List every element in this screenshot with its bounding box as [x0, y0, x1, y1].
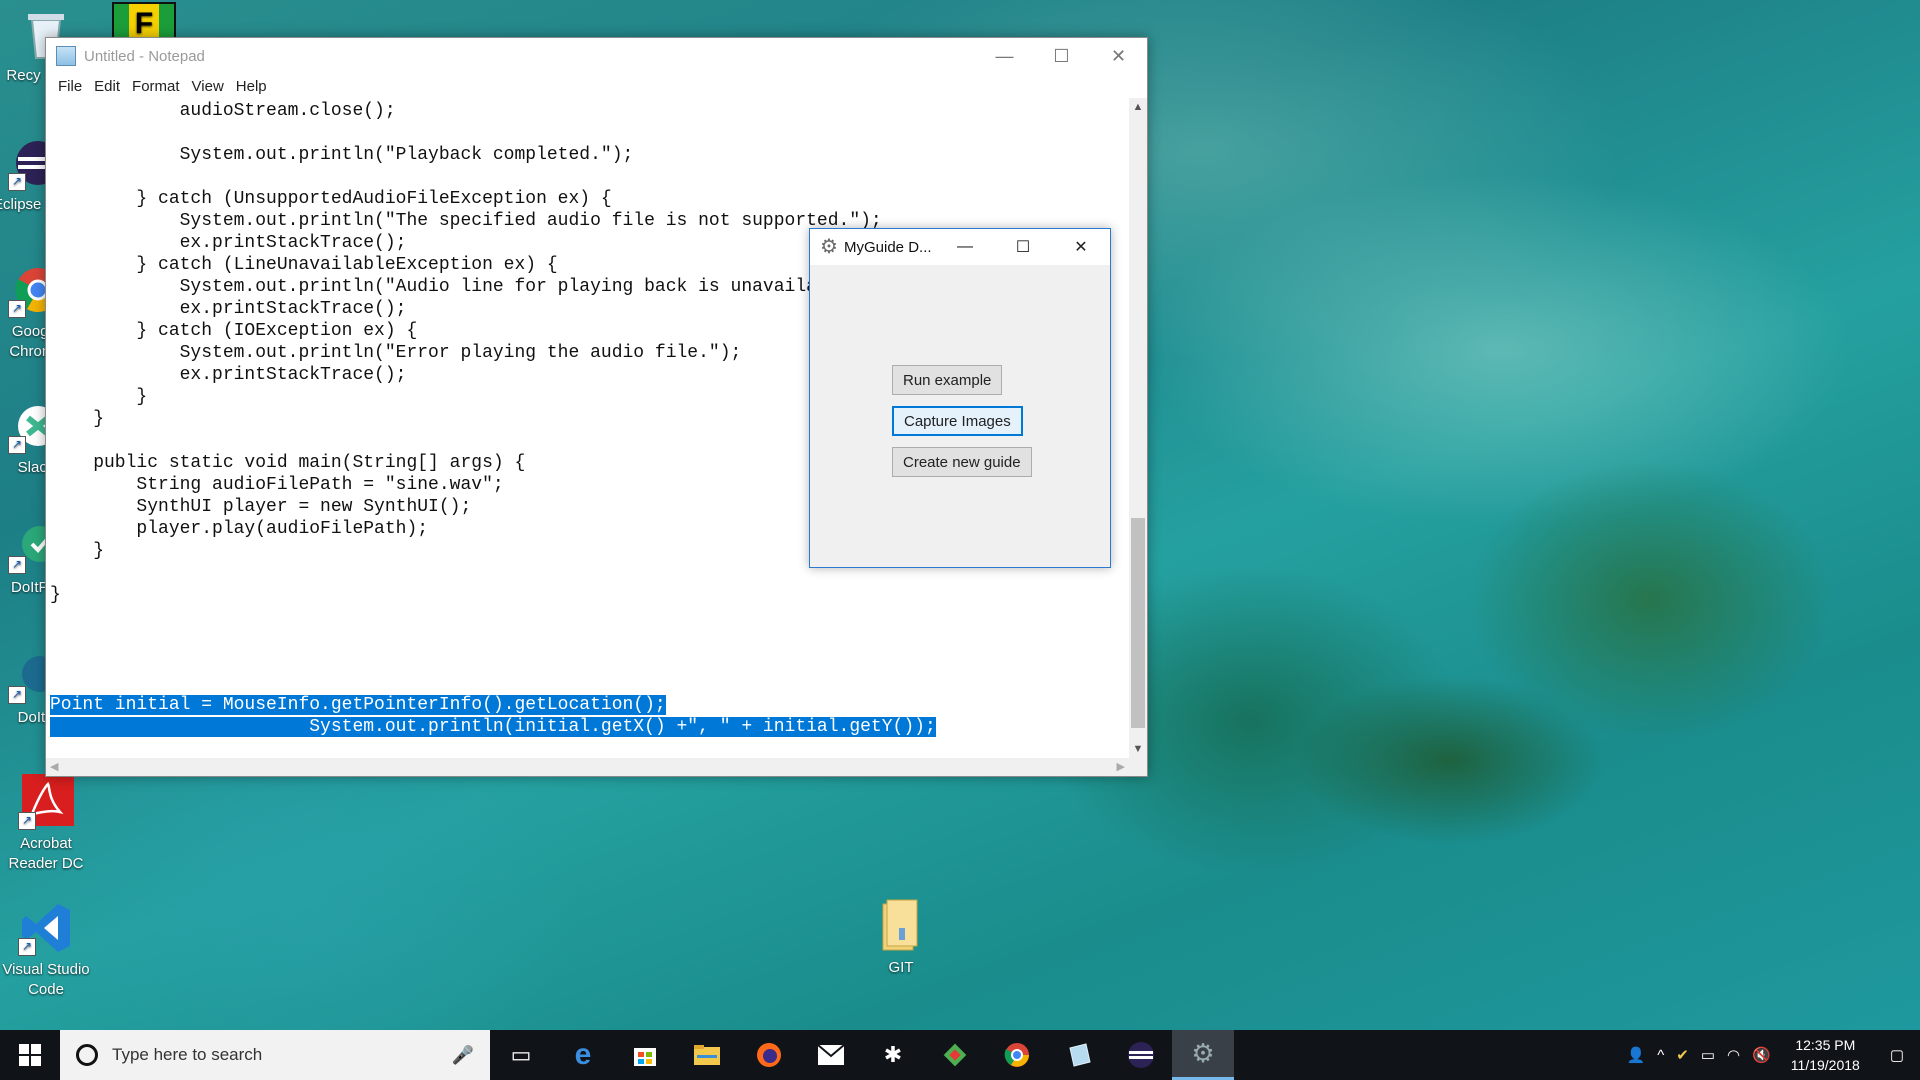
microphone-icon[interactable]: 🎤: [452, 1045, 474, 1066]
scrollbar-thumb[interactable]: [1131, 518, 1145, 728]
battery-icon[interactable]: ▭: [1695, 1046, 1721, 1064]
desktop-icon-label: Visual Studio Code: [2, 961, 90, 998]
create-new-guide-button[interactable]: Create new guide: [892, 447, 1032, 477]
desktop-icon-acrobat[interactable]: ↗ Acrobat Reader DC: [0, 774, 92, 874]
dialog-titlebar[interactable]: ⚙ MyGuide D... — ☐ ✕: [810, 229, 1110, 265]
notepad-menubar: File Edit Format View Help: [46, 74, 1147, 98]
edge-icon[interactable]: e: [552, 1030, 614, 1080]
vertical-scrollbar[interactable]: ▲ ▼: [1129, 98, 1147, 758]
store-icon[interactable]: [614, 1030, 676, 1080]
menu-file[interactable]: File: [52, 78, 88, 95]
eclipse-icon[interactable]: [1110, 1030, 1172, 1080]
chevron-up-icon[interactable]: ^: [1651, 1047, 1670, 1064]
scroll-left-arrow-icon[interactable]: ◀: [50, 760, 58, 773]
git-icon[interactable]: [924, 1030, 986, 1080]
shortcut-arrow-icon: ↗: [8, 686, 26, 704]
notepad-icon: [56, 46, 76, 66]
dialog-title: MyGuide D...: [844, 238, 932, 256]
vscode-icon: ↗: [18, 900, 74, 956]
menu-view[interactable]: View: [186, 78, 230, 95]
task-view-icon[interactable]: ▭: [490, 1030, 552, 1080]
scroll-up-arrow-icon[interactable]: ▲: [1129, 98, 1147, 116]
code-body: audioStream.close(); System.out.println(…: [50, 101, 893, 605]
clock-time: 12:35 PM: [1795, 1037, 1856, 1053]
dialog-maximize-button[interactable]: ☐: [994, 229, 1052, 265]
myguide-icon[interactable]: ⚙: [1172, 1030, 1234, 1080]
folder-icon: [873, 898, 929, 954]
windows-icon: [19, 1044, 41, 1066]
dialog-minimize-button[interactable]: —: [936, 229, 994, 265]
taskbar: Type here to search 🎤 ▭ e ✱ ⚙ 👤 ^ ✔ ▭ ◠ …: [0, 1030, 1920, 1080]
close-button[interactable]: ✕: [1090, 38, 1147, 74]
acrobat-reader-icon: ↗: [18, 774, 74, 830]
desktop-icon-vscode[interactable]: ↗ Visual Studio Code: [0, 900, 92, 1000]
chrome-icon[interactable]: [986, 1030, 1048, 1080]
volume-muted-icon[interactable]: 🔇: [1746, 1046, 1777, 1064]
desktop-icon-label: Acrobat Reader DC: [8, 835, 84, 872]
selected-text-line-2: System.out.println(initial.getX() +", " …: [50, 717, 936, 737]
start-button[interactable]: [0, 1030, 60, 1080]
scroll-down-arrow-icon[interactable]: ▼: [1129, 740, 1147, 758]
cortana-icon: [76, 1044, 98, 1066]
people-icon[interactable]: 👤: [1621, 1046, 1652, 1064]
menu-format[interactable]: Format: [126, 78, 186, 95]
mail-icon[interactable]: [800, 1030, 862, 1080]
slack-icon[interactable]: ✱: [862, 1030, 924, 1080]
search-placeholder: Type here to search: [112, 1045, 263, 1064]
shortcut-arrow-icon: ↗: [8, 300, 26, 318]
file-explorer-icon[interactable]: [676, 1030, 738, 1080]
capture-images-button[interactable]: Capture Images: [892, 406, 1023, 436]
scroll-right-arrow-icon[interactable]: ▶: [1117, 760, 1125, 773]
horizontal-scrollbar[interactable]: ◀ ▶: [46, 758, 1129, 776]
clock-date: 11/19/2018: [1790, 1057, 1860, 1073]
selected-text-line-1: Point initial = MouseInfo.getPointerInfo…: [50, 695, 666, 715]
system-tray: 👤 ^ ✔ ▭ ◠ 🔇 12:35 PM 11/19/2018 ▢: [1621, 1030, 1920, 1080]
maximize-button[interactable]: ☐: [1033, 38, 1090, 74]
wifi-icon[interactable]: ◠: [1721, 1046, 1746, 1064]
clock[interactable]: 12:35 PM 11/19/2018: [1777, 1035, 1874, 1075]
shortcut-arrow-icon: ↗: [18, 938, 36, 956]
notepad-titlebar[interactable]: Untitled - Notepad — ☐ ✕: [46, 38, 1147, 74]
gear-icon: ⚙: [820, 236, 838, 258]
dialog-close-button[interactable]: ✕: [1052, 229, 1110, 265]
shortcut-arrow-icon: ↗: [8, 436, 26, 454]
shortcut-arrow-icon: ↗: [8, 556, 26, 574]
myguide-dialog[interactable]: ⚙ MyGuide D... — ☐ ✕ Run example Capture…: [809, 228, 1111, 568]
notepad-title: Untitled - Notepad: [84, 47, 205, 65]
desktop-icon-label: GIT: [888, 959, 914, 976]
menu-edit[interactable]: Edit: [88, 78, 126, 95]
desktop-icon-git-folder[interactable]: GIT: [855, 898, 947, 978]
resize-grip[interactable]: [1129, 758, 1147, 776]
menu-help[interactable]: Help: [230, 78, 273, 95]
shortcut-arrow-icon: ↗: [8, 173, 26, 191]
firefox-icon[interactable]: [738, 1030, 800, 1080]
shortcut-arrow-icon: ↗: [18, 812, 36, 830]
minimize-button[interactable]: —: [976, 38, 1033, 74]
run-example-button[interactable]: Run example: [892, 365, 1003, 395]
action-center-icon[interactable]: ▢: [1874, 1046, 1920, 1064]
norton-icon[interactable]: ✔: [1670, 1046, 1695, 1064]
notepad-icon[interactable]: [1048, 1030, 1110, 1080]
taskbar-search-box[interactable]: Type here to search 🎤: [60, 1030, 490, 1080]
